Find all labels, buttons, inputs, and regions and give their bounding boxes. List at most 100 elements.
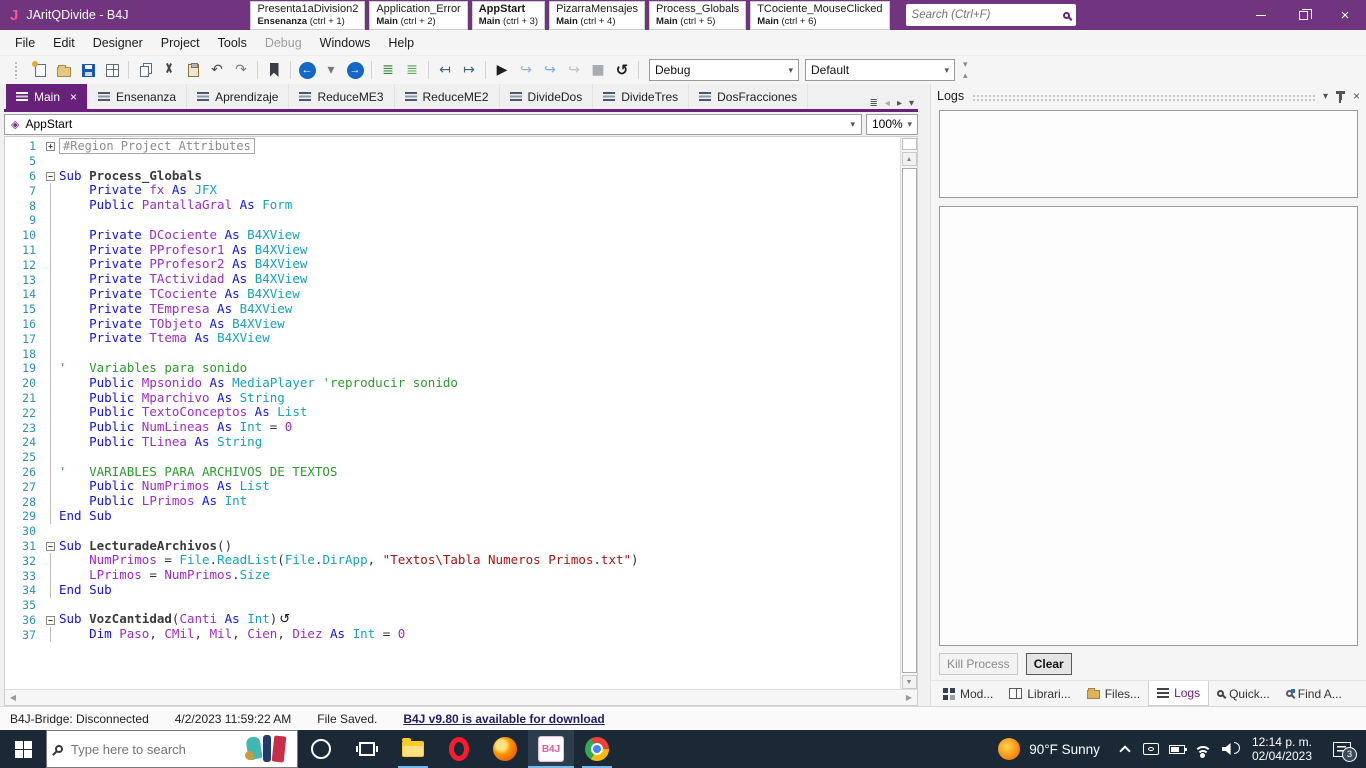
- step-out-button[interactable]: ↪: [563, 59, 585, 81]
- minimize-button[interactable]: [1240, 0, 1282, 30]
- scroll-up-icon[interactable]: ▲: [901, 152, 917, 166]
- tab-reduceme3[interactable]: ReduceME3: [289, 84, 395, 109]
- panel-tab-files[interactable]: Files...: [1079, 681, 1148, 706]
- update-link[interactable]: B4J v9.80 is available for download: [403, 712, 604, 726]
- taskbar-clock[interactable]: 12:14 p. m. 02/04/2023: [1252, 735, 1312, 763]
- bookmark-tab-tcociente_mouseclicked[interactable]: TCociente_MouseClicked Main (ctrl + 6): [750, 1, 890, 30]
- code-area[interactable]: 1 + #Region Project Attributes 5 6− Sub Proce…: [5, 137, 900, 689]
- b4j-taskbar-button[interactable]: B4J: [528, 730, 574, 768]
- tab-close-icon[interactable]: ×: [70, 90, 77, 104]
- step-over-button[interactable]: ↪: [515, 59, 537, 81]
- redo-button[interactable]: ↷: [230, 59, 252, 81]
- collapse-icon[interactable]: −: [46, 171, 55, 181]
- scroll-down-icon[interactable]: ▼: [901, 675, 917, 689]
- tray-expand-button[interactable]: [1112, 730, 1138, 768]
- panel-tab-libraries[interactable]: Librari...: [1001, 681, 1078, 706]
- opera-button[interactable]: [436, 730, 482, 768]
- firefox-button[interactable]: [482, 730, 528, 768]
- cortana-button[interactable]: [298, 730, 344, 768]
- scroll-right-icon[interactable]: ▶: [901, 690, 917, 705]
- restore-button[interactable]: [1282, 0, 1324, 30]
- panel-menu-icon[interactable]: ▾: [1323, 91, 1328, 102]
- wireless-display-button[interactable]: [1138, 730, 1164, 768]
- file-explorer-button[interactable]: [390, 730, 436, 768]
- menu-file[interactable]: File: [6, 32, 44, 54]
- bookmark-tab-pizarramensajes[interactable]: PizarraMensajes Main (ctrl + 4): [549, 1, 646, 30]
- expand-icon[interactable]: +: [46, 142, 55, 151]
- close-button[interactable]: ×: [1324, 0, 1366, 30]
- tab-list-icon[interactable]: ≣: [870, 98, 878, 109]
- tab-dividedos[interactable]: DivideDos: [500, 84, 594, 109]
- chrome-button[interactable]: [574, 730, 620, 768]
- panel-splitter[interactable]: [922, 84, 930, 706]
- search-box[interactable]: [905, 4, 1076, 26]
- collapse-icon[interactable]: −: [46, 541, 55, 551]
- toolbar-overflow-icon[interactable]: ▾ ▴: [963, 59, 968, 81]
- format-code-button[interactable]: ≣: [377, 59, 399, 81]
- tab-dividetres[interactable]: DivideTres: [593, 84, 690, 109]
- zoom-dropdown[interactable]: 100% ▾: [866, 113, 918, 135]
- run-button[interactable]: ▶: [491, 59, 513, 81]
- menu-help[interactable]: Help: [379, 32, 423, 54]
- volume-button[interactable]: [1216, 730, 1242, 768]
- tab-reduceme2[interactable]: ReduceME2: [395, 84, 500, 109]
- step-into-button[interactable]: ↪: [539, 59, 561, 81]
- menu-windows[interactable]: Windows: [311, 32, 380, 54]
- weather-sun-icon[interactable]: [998, 738, 1021, 760]
- menu-designer[interactable]: Designer: [84, 32, 152, 54]
- tabs-pin-icon[interactable]: ▾: [909, 98, 914, 109]
- task-view-button[interactable]: [344, 730, 390, 768]
- weather-text[interactable]: 90°F Sunny: [1029, 742, 1100, 757]
- collapse-icon[interactable]: −: [46, 615, 55, 625]
- outdent-button[interactable]: ↤: [434, 59, 456, 81]
- scroll-left-icon[interactable]: ◀: [5, 690, 21, 705]
- restart-button[interactable]: ↺: [611, 59, 633, 81]
- network-button[interactable]: [1190, 730, 1216, 768]
- sub-selector-dropdown[interactable]: ◈ AppStart ▾: [4, 113, 862, 135]
- start-button[interactable]: [0, 730, 46, 768]
- action-center-button[interactable]: 3: [1322, 730, 1362, 768]
- nav-forward-button[interactable]: →: [344, 59, 366, 81]
- taskbar-search[interactable]: [46, 730, 298, 768]
- bookmark-tab-application_error[interactable]: Application_Error Main (ctrl + 2): [369, 1, 468, 30]
- nav-back-button[interactable]: ←: [296, 59, 318, 81]
- open-project-button[interactable]: [53, 59, 75, 81]
- tab-aprendizaje[interactable]: Aprendizaje: [187, 84, 290, 109]
- menu-edit[interactable]: Edit: [44, 32, 84, 54]
- tab-main[interactable]: Main ×: [6, 84, 89, 109]
- menu-project[interactable]: Project: [152, 32, 209, 54]
- tabs-scroll-left-icon[interactable]: ◂: [885, 98, 890, 109]
- vertical-scroll-thumb[interactable]: [901, 168, 917, 673]
- menu-debug[interactable]: Debug: [256, 32, 311, 54]
- stop-button[interactable]: ■: [587, 59, 609, 81]
- save-button[interactable]: [77, 59, 99, 81]
- grip-button[interactable]: [5, 59, 27, 81]
- cut-button[interactable]: [158, 59, 180, 81]
- debug-mode-dropdown[interactable]: Debug ▾: [649, 59, 799, 81]
- bookmark-tab-presenta1adivision2[interactable]: Presenta1aDivision2 Ensenanza (ctrl + 1): [250, 1, 366, 30]
- bookmark-tab-appstart[interactable]: AppStart Main (ctrl + 3): [471, 1, 546, 30]
- copy-button[interactable]: [134, 59, 156, 81]
- panel-tab-modules[interactable]: Mod...: [935, 681, 1001, 706]
- log-output-top[interactable]: [939, 110, 1358, 198]
- nav-caret-button[interactable]: ▾: [320, 59, 342, 81]
- new-file-button[interactable]: [29, 59, 51, 81]
- save-all-button[interactable]: [101, 59, 123, 81]
- indent-button[interactable]: ↦: [458, 59, 480, 81]
- menu-tools[interactable]: Tools: [209, 32, 256, 54]
- horizontal-scrollbar[interactable]: ◀ ▶: [4, 689, 918, 706]
- bookmark-button[interactable]: [263, 59, 285, 81]
- clear-button[interactable]: Clear: [1025, 653, 1072, 675]
- kill-process-button[interactable]: Kill Process: [939, 653, 1018, 675]
- comment-code-button[interactable]: ≣: [401, 59, 423, 81]
- tab-dosfracciones[interactable]: DosFracciones: [689, 84, 809, 109]
- panel-tab-find-all[interactable]: Find A...: [1278, 681, 1350, 706]
- taskbar-search-input[interactable]: [71, 741, 237, 757]
- log-output-main[interactable]: [939, 206, 1358, 646]
- tabs-scroll-right-icon[interactable]: ▸: [897, 98, 902, 109]
- build-config-dropdown[interactable]: Default ▾: [805, 59, 955, 81]
- undo-button[interactable]: ↶: [206, 59, 228, 81]
- tab-ensenanza[interactable]: Ensenanza: [88, 84, 188, 109]
- pin-icon[interactable]: [1335, 91, 1345, 103]
- panel-drag-handle[interactable]: [972, 94, 1315, 102]
